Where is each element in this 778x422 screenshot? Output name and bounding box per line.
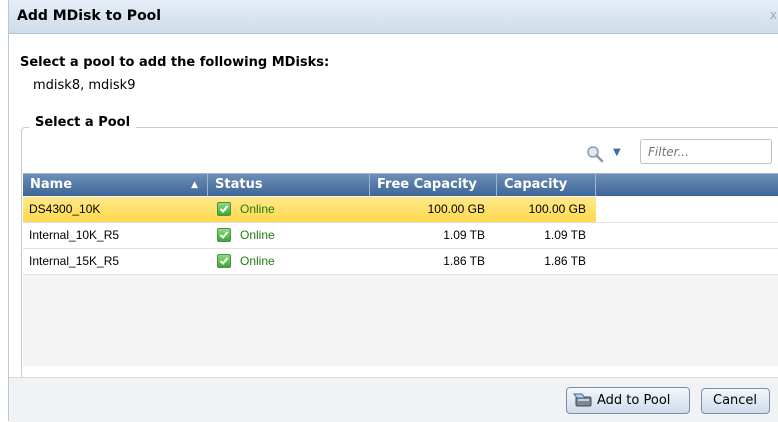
status-online-icon [217,254,231,268]
pool-status: Online [240,228,275,242]
chevron-down-icon[interactable]: ▼ [613,147,623,159]
pool-name: Internal_15K_R5 [29,254,120,268]
pool-fieldset-legend: Select a Pool [29,115,137,130]
pool-status: Online [240,254,275,268]
cancel-label: Cancel [713,393,758,408]
status-online-icon [217,228,231,242]
instruction-heading: Select a pool to add the following MDisk… [20,55,330,70]
column-header-status[interactable]: Status [208,174,370,196]
table-row[interactable]: Internal_10K_R5 Online 1.09 TB 1.09 TB [23,223,778,249]
pool-table: Name ▲ Status Free Capacity Capacity DS4… [23,173,778,366]
sort-ascending-icon: ▲ [191,180,198,190]
add-to-pool-label: Add to Pool [597,393,671,408]
pool-free-capacity: 1.86 TB [443,254,485,268]
dialog-titlebar: Add MDisk to Pool x [9,0,778,34]
table-header: Name ▲ Status Free Capacity Capacity [23,174,778,196]
pool-free-capacity: 100.00 GB [427,202,485,216]
add-to-pool-button[interactable]: Add to Pool [566,387,690,414]
mdisk-list: mdisk8, mdisk9 [33,78,136,93]
close-icon[interactable]: x [770,8,777,22]
column-header-free-capacity[interactable]: Free Capacity [370,174,497,196]
pool-name: DS4300_10K [29,202,101,216]
filter-input[interactable] [640,139,772,164]
pool-capacity: 100.00 GB [528,202,586,216]
pool-name: Internal_10K_R5 [29,228,120,242]
table-row[interactable]: Internal_15K_R5 Online 1.86 TB 1.86 TB [23,249,778,275]
column-header-label: Name [30,177,73,192]
dialog-title: Add MDisk to Pool [17,8,162,24]
column-header-capacity[interactable]: Capacity [497,174,596,196]
pool-free-capacity: 1.09 TB [443,228,485,242]
pool-status: Online [240,202,275,216]
add-mdisk-dialog: Add MDisk to Pool x Select a pool to add… [8,0,778,422]
pool-capacity: 1.86 TB [544,254,586,268]
cancel-button[interactable]: Cancel [701,388,770,414]
magnifier-icon[interactable] [585,145,607,163]
add-to-pool-icon [573,392,593,408]
table-row[interactable]: DS4300_10K Online 100.00 GB 100.00 GB [23,197,778,223]
column-header-name[interactable]: Name ▲ [23,174,208,196]
status-online-icon [217,202,231,216]
pool-capacity: 1.09 TB [544,228,586,242]
dialog-footer: Add to Pool Cancel [9,377,778,422]
